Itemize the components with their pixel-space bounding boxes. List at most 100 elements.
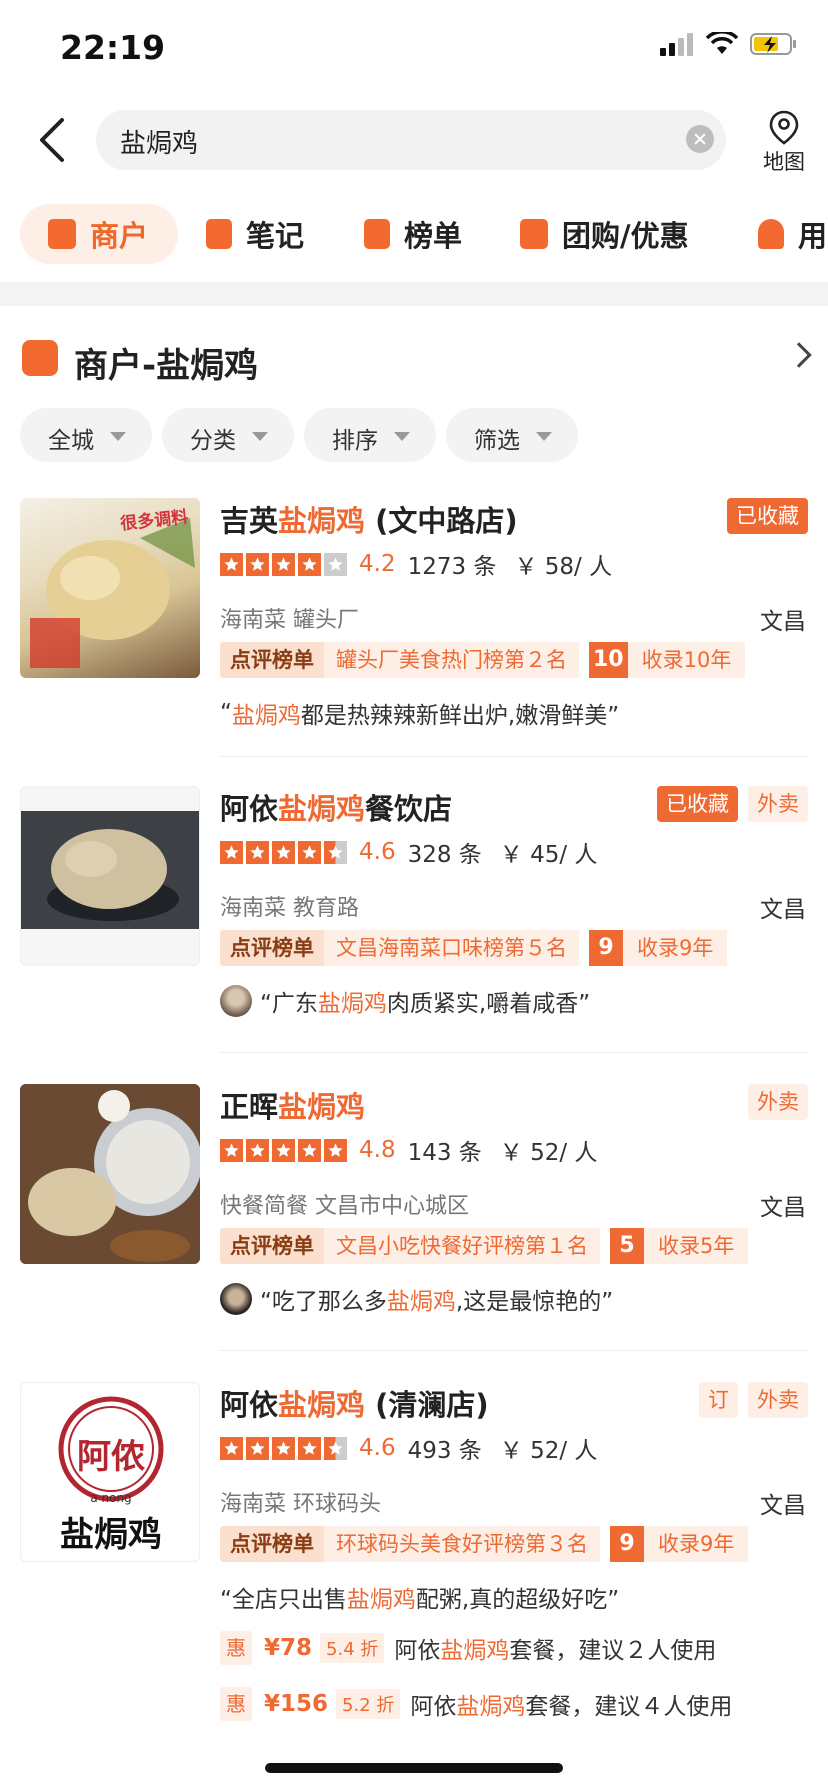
back-icon: [40, 118, 64, 162]
back-button[interactable]: [34, 114, 74, 166]
rating-score: 4.8: [359, 1137, 396, 1163]
logo-subtitle: a nong: [90, 1491, 132, 1505]
filter-label: 筛选: [474, 428, 520, 454]
name-text: 餐饮店: [365, 792, 453, 826]
tab-label: 团购/优惠: [562, 219, 689, 253]
filter-category[interactable]: 分类: [162, 408, 294, 462]
name-text: 阿依: [220, 792, 279, 826]
rating-row: 4.2 1273 条 ￥ 58/ 人: [220, 550, 612, 580]
avg-price: ￥ 52/ 人: [499, 1438, 598, 1464]
rating-row: 4.8 143 条 ￥ 52/ 人: [220, 1136, 597, 1166]
map-button[interactable]: 地图: [756, 108, 812, 174]
star-icon: [324, 1436, 347, 1460]
dropdown-arrow-icon: [536, 432, 552, 441]
ranking-text: 文昌小吃快餐好评榜第１名: [324, 1228, 600, 1264]
category-tabs: 商户 笔记 榜单 团购/优惠 用: [0, 204, 828, 264]
tab-deals[interactable]: 团购/优惠: [520, 204, 689, 264]
quote-text: ,这是最惊艳的”: [455, 1289, 614, 1315]
deal-price: ¥156: [264, 1691, 329, 1717]
ranking-label: 点评榜单: [220, 1526, 324, 1562]
shop-thumbnail: [20, 1084, 200, 1264]
review-count: 143 条: [407, 1140, 482, 1166]
shop-thumbnail: [20, 786, 200, 966]
quote-text: 都是热辣辣新鲜出炉,嫩滑鲜美”: [300, 703, 620, 729]
avg-price: ￥ 45/ 人: [499, 842, 598, 868]
rating-row: 4.6 328 条 ￥ 45/ 人: [220, 838, 598, 868]
quote-highlight: 盐焗鸡: [231, 703, 301, 729]
ranking-row[interactable]: 点评榜单 环球码头美食好评榜第３名 9 收录9年: [220, 1526, 749, 1562]
section-title: 商户-盐焗鸡: [74, 346, 259, 386]
shop-name: 吉英盐焗鸡 (文中路店): [220, 498, 518, 540]
shop-name: 阿依盐焗鸡 (清澜店): [220, 1382, 489, 1424]
section-header[interactable]: 商户-盐焗鸡: [22, 334, 812, 386]
ranking-row[interactable]: 点评榜单 罐头厂美食热门榜第２名 10 收录10年: [220, 642, 746, 678]
filter-city[interactable]: 全城: [20, 408, 152, 462]
coupon-icon: [520, 219, 548, 249]
ranking-text: 环球码头美食好评榜第３名: [324, 1526, 600, 1562]
years-number: 10: [589, 642, 628, 678]
review-count: 328 条: [407, 842, 482, 868]
dropdown-arrow-icon: [110, 432, 126, 441]
name-text: 正晖: [220, 1090, 279, 1124]
shop-card[interactable]: 正晖盐焗鸡 外卖 4.8 143 条 ￥ 52/ 人 快餐简餐 文昌市中心城区 …: [20, 1084, 808, 1354]
tab-rankings[interactable]: 榜单: [364, 204, 462, 264]
tab-label: 笔记: [246, 219, 305, 253]
quote-highlight: 盐焗鸡: [386, 1289, 456, 1315]
review-quote: “盐焗鸡 都是热辣辣新鲜出炉,嫩滑鲜美”: [220, 696, 619, 730]
name-text: 吉英: [220, 504, 279, 538]
ranking-text: 罐头厂美食热门榜第２名: [324, 642, 579, 678]
years-number: 9: [589, 930, 623, 966]
shop-name: 阿依盐焗鸡餐饮店: [220, 786, 452, 828]
name-text: 阿依: [220, 1388, 279, 1422]
signal-icon: [660, 33, 693, 56]
deal-item[interactable]: 惠 ¥156 5.2 折 阿依 盐焗鸡 套餐，建议４人使用: [220, 1686, 732, 1722]
ranking-text: 文昌海南菜口味榜第５名: [324, 930, 579, 966]
shop-badges: 订 外卖: [699, 1382, 808, 1418]
ranking-row[interactable]: 点评榜单 文昌小吃快餐好评榜第１名 5 收录5年: [220, 1228, 749, 1264]
name-text: (清澜店): [365, 1388, 489, 1422]
name-highlight: 盐焗鸡: [278, 1388, 366, 1422]
years-number: 9: [610, 1526, 644, 1562]
shop-card[interactable]: 很多调料 吉英盐焗鸡 (文中路店) 已收藏 4.2 1273 条 ￥ 58/ 人…: [20, 498, 808, 758]
star-rating: [220, 1436, 347, 1460]
dropdown-arrow-icon: [252, 432, 268, 441]
filter-label: 排序: [332, 428, 378, 454]
section-divider: [0, 282, 828, 306]
shop-category-area: 海南菜 教育路: [220, 896, 359, 921]
star-icon: [246, 1138, 269, 1162]
reviewer-avatar: [220, 985, 252, 1017]
delivery-badge: 外卖: [748, 1382, 808, 1418]
quote-text: “全店只出售: [220, 1587, 347, 1613]
shop-card[interactable]: 阿依盐焗鸡餐饮店 已收藏 外卖 4.6 328 条 ￥ 45/ 人 海南菜 教育…: [20, 786, 808, 1056]
filter-sort[interactable]: 排序: [304, 408, 436, 462]
deal-text: 阿依: [410, 1694, 457, 1720]
star-icon: [246, 840, 269, 864]
rating-row: 4.6 493 条 ￥ 52/ 人: [220, 1434, 598, 1464]
rating-score: 4.6: [359, 1435, 396, 1461]
clear-search-button[interactable]: [686, 125, 714, 153]
quote-highlight: 盐焗鸡: [346, 1587, 416, 1613]
tab-users[interactable]: 用: [758, 204, 827, 264]
deal-item[interactable]: 惠 ¥78 5.4 折 阿依 盐焗鸡 套餐，建议２人使用: [220, 1630, 716, 1666]
ranking-label: 点评榜单: [220, 642, 324, 678]
name-text: (文中路店): [365, 504, 518, 538]
years-text: 收录5年: [644, 1228, 749, 1264]
quote-highlight: 盐焗鸡: [317, 991, 387, 1017]
filter-more[interactable]: 筛选: [446, 408, 578, 462]
ranking-label: 点评榜单: [220, 930, 324, 966]
star-icon: [220, 1436, 243, 1460]
deal-text: 阿依: [394, 1638, 441, 1664]
search-input[interactable]: 盐焗鸡: [96, 110, 726, 170]
tab-notes[interactable]: 笔记: [206, 204, 304, 264]
quote-text: “广东: [260, 991, 318, 1017]
ranking-row[interactable]: 点评榜单 文昌海南菜口味榜第５名 9 收录9年: [220, 930, 728, 966]
star-rating: [220, 552, 347, 576]
row-divider: [220, 1052, 808, 1053]
deal-tag: 惠: [220, 1687, 252, 1721]
deal-tag: 惠: [220, 1631, 252, 1665]
shop-card[interactable]: 阿侬 a nong 盐焗鸡 阿依盐焗鸡 (清澜店) 订 外卖 4.6 493 条…: [20, 1382, 808, 1762]
shop-badges: 已收藏: [727, 498, 808, 534]
tab-merchants[interactable]: 商户: [20, 204, 178, 264]
deal-price: ¥78: [264, 1635, 313, 1661]
filter-label: 全城: [48, 428, 94, 454]
